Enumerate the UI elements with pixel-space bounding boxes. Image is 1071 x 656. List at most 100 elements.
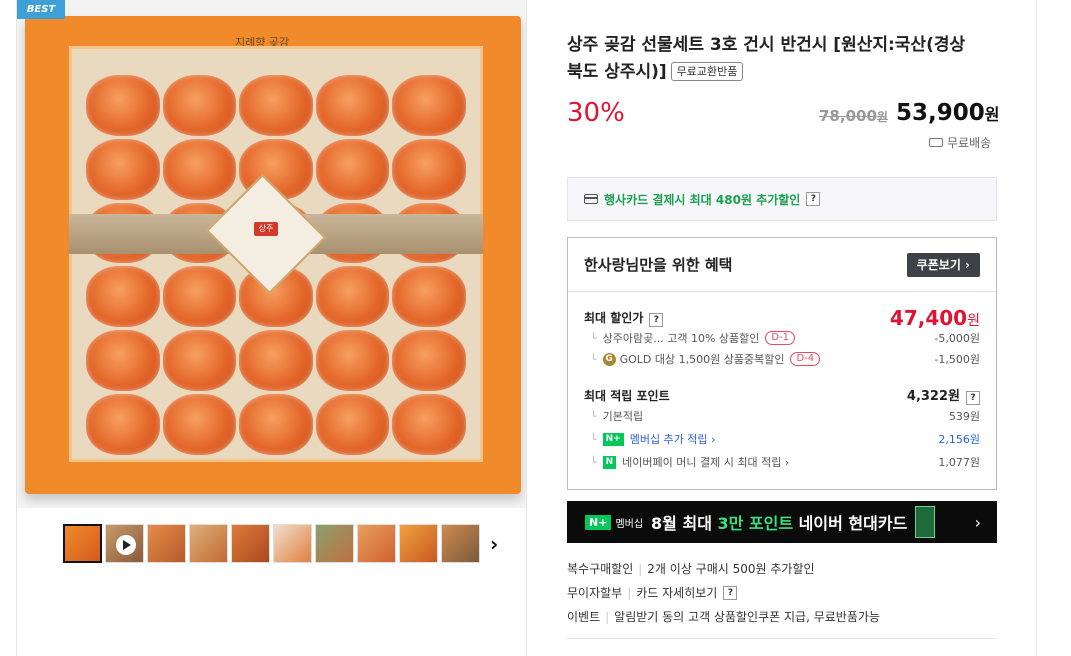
thumbnail[interactable] — [231, 524, 270, 563]
discount-value: -5,000원 — [934, 332, 980, 345]
npay-points-link[interactable]: 네이버페이 머니 결제 시 최대 적립 › — [622, 454, 789, 470]
point-item: └ N+ 멤버십 추가 적립 › — [584, 431, 715, 447]
points-value: 4,322원 — [906, 389, 960, 404]
max-discount-unit: 원 — [967, 313, 980, 329]
help-icon[interactable]: ? — [966, 391, 980, 405]
card-promo-box: 행사카드 결제시 최대 480원 추가할인 ? — [567, 177, 997, 221]
band-seal: 상주 — [254, 222, 278, 236]
gift-box: 지례향 곶감 상주 — [25, 16, 521, 494]
banner-text-pre: 8월 최대 — [651, 514, 712, 533]
naver-pay-icon: N — [602, 455, 617, 469]
free-exchange-tag: 무료교환반품 — [670, 62, 744, 81]
gold-grade-icon: G — [602, 352, 616, 366]
membership-points-link[interactable]: 멤버십 추가 적립 › — [630, 431, 716, 447]
persimmon — [162, 138, 237, 200]
extra-row-event: 이벤트 | 알림받기 동의 고객 상품할인쿠폰 지급, 무료반품가능 — [567, 608, 880, 625]
point-item-row: └ 기본적립 539원 — [584, 408, 980, 424]
play-icon — [116, 535, 136, 555]
discount-label: GOLD 대상 1,500원 상품중복할인 — [619, 353, 785, 366]
product-title-line1: 상주 곶감 선물세트 3호 건시 반건시 [원산지:국산(경상 — [567, 35, 966, 55]
point-item: └ N 네이버페이 머니 결제 시 최대 적립 › — [584, 454, 789, 470]
persimmon — [239, 75, 313, 136]
credit-card-image — [915, 506, 936, 538]
thumbnail-next-arrow[interactable]: › — [490, 532, 498, 556]
max-discount-label: 최대 할인가? — [584, 309, 664, 327]
d-day-badge: D-1 — [765, 331, 796, 345]
branch-icon: └ — [590, 455, 597, 469]
persimmon — [315, 75, 390, 136]
product-main-image[interactable]: 지례향 곶감 상주 — [17, 0, 526, 508]
benefit-title: 한사랑님만을 위한 혜택 — [584, 256, 733, 274]
branch-icon: └ — [590, 352, 597, 366]
help-icon[interactable]: ? — [649, 313, 664, 327]
persimmon — [162, 266, 237, 328]
points-total: 4,322원? — [907, 385, 980, 405]
banner-text-post: 네이버 현대카드 — [798, 514, 908, 533]
persimmon — [86, 138, 160, 200]
separator: | — [638, 561, 643, 576]
discount-item: └ 상주아람곶... 고객 10% 상품할인 D-1 — [584, 330, 796, 346]
benefit-header: 한사랑님만을 위한 혜택 쿠폰보기 › — [568, 238, 996, 292]
thumbnail[interactable] — [357, 524, 396, 563]
coupon-view-button[interactable]: 쿠폰보기 › — [906, 252, 980, 277]
extra-row-installment: 무이자할부 | 카드 자세히보기? — [567, 584, 738, 601]
naver-plus-icon: N+ — [585, 514, 612, 530]
persimmon — [392, 330, 466, 392]
thumbnail[interactable] — [189, 524, 228, 563]
help-icon[interactable]: ? — [723, 585, 738, 600]
persimmon — [239, 330, 313, 392]
naver-membership-icon: N+ — [602, 432, 624, 446]
persimmon — [315, 330, 390, 392]
discount-item: └ G GOLD 대상 1,500원 상품중복할인 D-4 — [584, 351, 821, 367]
member-benefit-box: 한사랑님만을 위한 혜택 쿠폰보기 › 최대 할인가? 47,400원 └ 상주아… — [567, 237, 997, 490]
persimmon — [162, 75, 237, 136]
thumbnail[interactable] — [441, 524, 480, 563]
discount-label: 상주아람곶... 고객 10% 상품할인 — [602, 332, 760, 345]
shipping-info: 무료배송 — [929, 134, 991, 151]
extra-label: 복수구매할인 — [567, 562, 634, 576]
help-icon[interactable]: ? — [806, 192, 821, 206]
max-discount-price: 47,400원 — [890, 306, 980, 330]
extra-row-multi-buy: 복수구매할인 | 2개 이상 구매시 500원 추가할인 — [567, 560, 815, 577]
separator: | — [627, 585, 632, 600]
points-label: 최대 적립 포인트 — [584, 388, 670, 403]
persimmon — [315, 266, 390, 328]
persimmon — [86, 330, 160, 392]
persimmon — [86, 266, 160, 328]
d-day-badge: D-4 — [790, 352, 821, 366]
frame-divider-mid — [526, 0, 527, 656]
original-price: 78,000원 — [819, 107, 888, 125]
original-price-unit: 원 — [876, 110, 888, 124]
shipping-label: 무료배송 — [947, 136, 992, 150]
persimmon — [239, 394, 313, 455]
discount-row: └ 상주아람곶... 고객 10% 상품할인 D-1 -5,000원 — [584, 330, 980, 346]
truck-icon — [929, 138, 943, 147]
discount-value: -1,500원 — [934, 353, 980, 366]
max-discount-label-text: 최대 할인가 — [584, 311, 644, 325]
thumbnail[interactable] — [315, 524, 354, 563]
thumbnail[interactable] — [63, 524, 102, 563]
banner-membership-label: 멤버십 — [615, 518, 644, 530]
thumbnail-video[interactable] — [105, 524, 144, 563]
naver-card-banner[interactable]: N+ 멤버십 8월 최대 3만 포인트 네이버 현대카드 › — [567, 501, 997, 543]
frame-divider-right — [1036, 0, 1037, 656]
separator: | — [605, 609, 610, 624]
product-title: 상주 곶감 선물세트 3호 건시 반건시 [원산지:국산(경상 북도 상주시)]… — [567, 32, 997, 86]
thumbnail[interactable] — [147, 524, 186, 563]
card-promo-text: 행사카드 결제시 최대 480원 추가할인 — [604, 192, 801, 207]
max-discount-row: 최대 할인가? 47,400원 — [584, 306, 980, 330]
branch-icon: └ — [590, 432, 597, 446]
points-row: 최대 적립 포인트 4,322원? — [584, 385, 980, 405]
discount-rate: 30% — [567, 98, 625, 128]
point-item-label: 기본적립 — [602, 410, 644, 423]
persimmon — [315, 138, 390, 200]
banner-text: 8월 최대 3만 포인트 네이버 현대카드 — [651, 510, 907, 534]
card-details-link[interactable]: 카드 자세히보기 — [636, 584, 717, 601]
persimmon — [162, 330, 237, 392]
persimmon — [392, 394, 466, 455]
point-item-row: └ N+ 멤버십 추가 적립 › 2,156원 — [584, 431, 980, 447]
thumbnail[interactable] — [399, 524, 438, 563]
extra-label: 무이자할부 — [567, 586, 623, 600]
thumbnail[interactable] — [273, 524, 312, 563]
persimmon — [315, 394, 390, 455]
